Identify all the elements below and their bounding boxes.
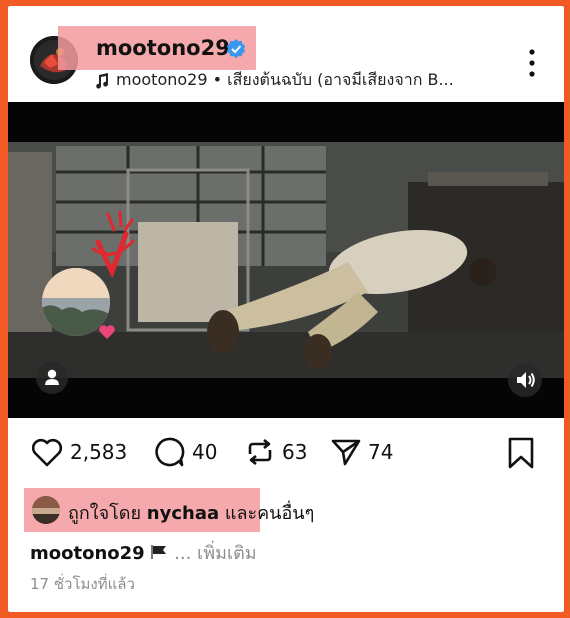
video-frame [8, 102, 564, 418]
like-count: 2,583 [70, 440, 128, 464]
more-options-icon[interactable] [524, 48, 540, 78]
comment-icon[interactable] [152, 436, 186, 468]
flag-emoji-icon [151, 545, 167, 559]
liked-by-prefix: ถูกใจโดย [68, 503, 142, 524]
audio-label: mootono29 • เสียงต้นฉบับ (อาจมีเสียงจาก … [116, 70, 454, 89]
share-icon[interactable] [330, 436, 362, 468]
caption-more-link[interactable]: ... เพิ่มเติม [174, 543, 256, 564]
caption-username[interactable]: mootono29 [30, 543, 145, 564]
caption: mootono29 ... เพิ่มเติม [30, 538, 257, 567]
share-action[interactable]: 74 [330, 436, 393, 468]
audio-row[interactable]: mootono29 • เสียงต้นฉบับ (อาจมีเสียงจาก … [94, 68, 454, 93]
comment-count: 40 [192, 440, 218, 464]
liked-by-user[interactable]: nychaa [147, 503, 219, 524]
comment-action[interactable]: 40 [152, 436, 217, 468]
heart-sticker-icon [99, 325, 115, 339]
repost-count: 63 [282, 440, 308, 464]
verified-badge-icon [226, 39, 246, 59]
bookmark-icon[interactable] [506, 436, 536, 470]
liked-by-text: ถูกใจโดย nychaa และคนอื่นๆ [68, 498, 314, 527]
repost-icon[interactable] [244, 436, 276, 468]
person-tag-icon[interactable] [36, 362, 68, 394]
post-card: mootono29 mootono29 • เสียงต้นฉบับ (อาจม… [8, 6, 564, 612]
like-action[interactable]: 2,583 [30, 436, 127, 468]
repost-action[interactable]: 63 [244, 436, 307, 468]
post-video[interactable] [8, 102, 564, 418]
sound-icon[interactable] [508, 363, 542, 397]
music-note-icon [96, 72, 109, 89]
share-count: 74 [368, 440, 394, 464]
username[interactable]: mootono29 [96, 36, 230, 60]
post-timestamp: 17 ชั่วโมงที่แล้ว [30, 575, 135, 593]
liked-by-avatar[interactable] [32, 496, 60, 524]
heart-icon[interactable] [30, 436, 64, 468]
liked-by-suffix[interactable]: และคนอื่นๆ [225, 503, 314, 524]
